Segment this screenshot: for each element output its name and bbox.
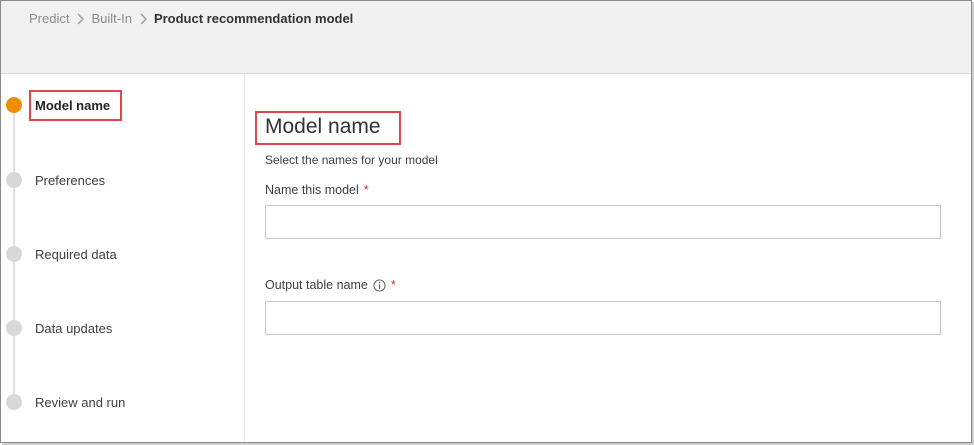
- app-window: Predict Built-In Product recommendation …: [0, 0, 972, 443]
- required-marker: *: [390, 278, 396, 292]
- step-required-data[interactable]: Required data: [1, 242, 241, 266]
- step-data-updates[interactable]: Data updates: [1, 316, 241, 340]
- step-active-dot-icon: [6, 97, 22, 113]
- breadcrumb-built-in[interactable]: Built-In: [91, 11, 131, 26]
- model-name-label: Name this model *: [265, 183, 369, 197]
- step-dot-icon: [6, 246, 22, 262]
- breadcrumb-current-page: Product recommendation model: [153, 11, 354, 26]
- output-table-name-input[interactable]: [265, 301, 941, 335]
- breadcrumb: Predict Built-In Product recommendation …: [29, 11, 353, 26]
- page-subtitle: Select the names for your model: [265, 153, 438, 167]
- wizard-steps-sidebar: Model name Preferences Required data Dat…: [1, 74, 245, 442]
- step-label: Preferences: [35, 172, 106, 188]
- main-content: Model name Select the names for your mod…: [245, 74, 971, 442]
- chevron-right-icon: [140, 13, 147, 24]
- step-review-and-run[interactable]: Review and run: [1, 390, 241, 414]
- info-icon[interactable]: [373, 278, 386, 292]
- output-table-label: Output table name *: [265, 278, 396, 292]
- model-name-label-text: Name this model: [265, 183, 359, 197]
- step-dot-icon: [6, 320, 22, 336]
- step-label: Data updates: [35, 320, 113, 336]
- chevron-right-icon: [78, 13, 85, 24]
- breadcrumb-predict[interactable]: Predict: [29, 11, 69, 26]
- page-title: Model name: [265, 115, 381, 138]
- highlight-box: [29, 90, 122, 121]
- step-label: Required data: [35, 246, 117, 262]
- step-dot-icon: [6, 172, 22, 188]
- header-bar: Predict Built-In Product recommendation …: [1, 1, 971, 74]
- step-label: Review and run: [35, 394, 126, 410]
- required-marker: *: [363, 183, 369, 197]
- step-dot-icon: [6, 394, 22, 410]
- output-table-label-text: Output table name: [265, 278, 368, 292]
- step-preferences[interactable]: Preferences: [1, 168, 241, 192]
- model-name-input[interactable]: [265, 205, 941, 239]
